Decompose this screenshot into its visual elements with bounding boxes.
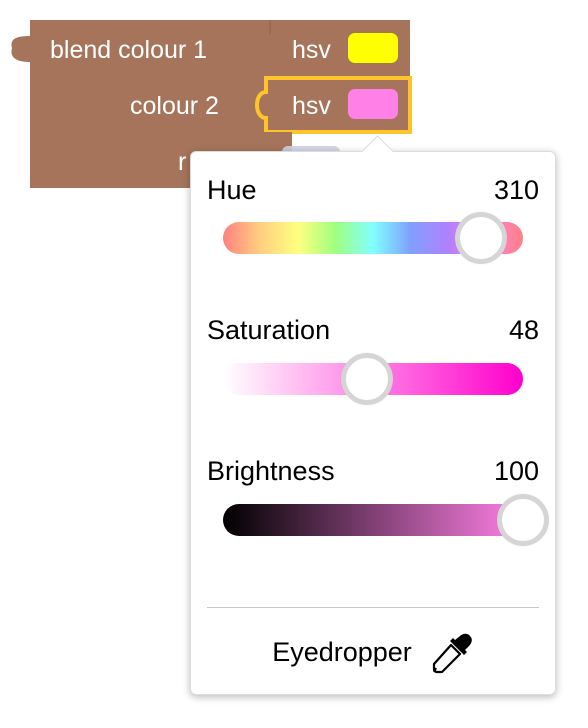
popup-divider bbox=[207, 607, 539, 608]
saturation-value: 48 bbox=[508, 315, 539, 345]
block-label-blend: blend colour 1 bbox=[50, 36, 208, 64]
colour-swatch-1[interactable] bbox=[348, 33, 398, 63]
block-output-tab bbox=[11, 36, 30, 62]
hsv-field-1-label[interactable]: hsv bbox=[292, 35, 331, 65]
eyedropper-icon bbox=[432, 633, 472, 674]
saturation-slider-thumb[interactable] bbox=[341, 353, 393, 405]
eyedropper-label: Eyedropper bbox=[272, 636, 412, 667]
saturation-label: Saturation bbox=[207, 315, 331, 345]
colour-picker-popup: Hue 310 Saturation 48 Brightness 100 Eye… bbox=[190, 151, 556, 695]
brightness-label: Brightness bbox=[207, 456, 335, 486]
hue-value: 310 bbox=[493, 175, 539, 205]
brightness-slider-thumb[interactable] bbox=[497, 494, 549, 546]
block-label-ratio: r bbox=[178, 148, 187, 176]
hue-label: Hue bbox=[207, 175, 257, 205]
hsv-field-2-label[interactable]: hsv bbox=[292, 91, 331, 121]
colour-swatch-2[interactable] bbox=[348, 89, 398, 119]
eyedropper-button[interactable]: Eyedropper bbox=[191, 622, 555, 682]
hue-slider-thumb[interactable] bbox=[455, 212, 508, 264]
brightness-value: 100 bbox=[493, 456, 539, 486]
brightness-slider-track[interactable] bbox=[223, 504, 523, 536]
block-label-colour-2: colour 2 bbox=[130, 92, 219, 120]
